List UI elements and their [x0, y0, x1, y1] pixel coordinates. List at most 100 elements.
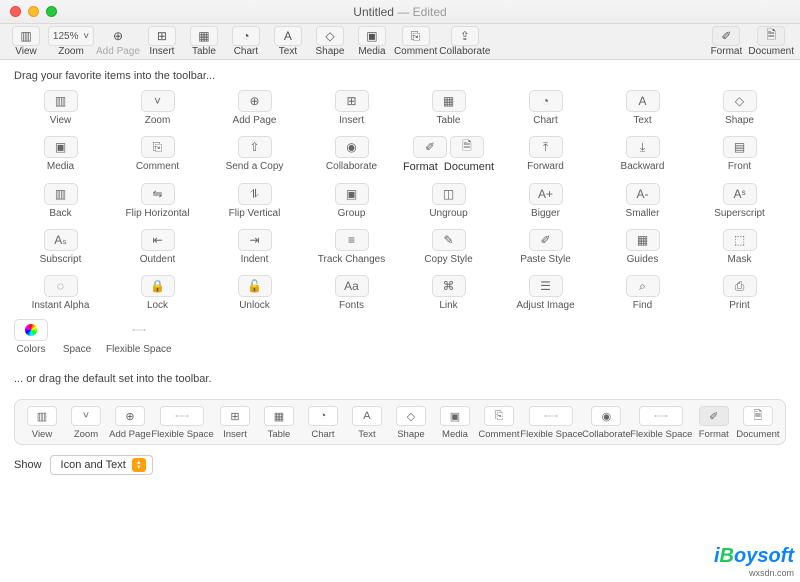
toolbar-table[interactable]: ▦ Table — [184, 24, 224, 59]
unlock-icon: 🔓 — [238, 275, 272, 297]
p-fonts[interactable]: AaFonts — [305, 275, 398, 311]
p-flip-v[interactable]: ⥮Flip Vertical — [208, 183, 301, 219]
p-instant-alpha[interactable]: ◌Instant Alpha — [14, 275, 107, 311]
d-add-page[interactable]: ⊕Add Page — [111, 406, 149, 440]
p-mask[interactable]: ⬚Mask — [693, 229, 786, 265]
p-space[interactable]: Space — [60, 319, 94, 355]
d-insert[interactable]: ⊞Insert — [216, 406, 254, 440]
subscript-icon: Aₛ — [44, 229, 78, 251]
format-icon: ✐ — [413, 136, 447, 158]
toolbar-format[interactable]: ✐ Format — [706, 24, 746, 59]
toolbar-chart[interactable]: ◔ Chart — [226, 24, 266, 59]
text-icon: A — [352, 406, 382, 426]
p-smaller[interactable]: A-Smaller — [596, 183, 689, 219]
toolbar-label: Collaborate — [439, 46, 490, 57]
d-zoom[interactable]: ˅Zoom — [67, 406, 105, 440]
p-guides[interactable]: ▦Guides — [596, 229, 689, 265]
p-bigger[interactable]: A+Bigger — [499, 183, 592, 219]
toolbar-label: Text — [279, 46, 297, 57]
toolbar-collaborate[interactable]: ⇪ Collaborate — [439, 24, 490, 59]
p-group[interactable]: ▣Group — [305, 183, 398, 219]
d-document[interactable]: 🗎Document — [739, 406, 777, 440]
p-indent[interactable]: ⇥Indent — [208, 229, 301, 265]
p-adjust-image[interactable]: ☰Adjust Image — [499, 275, 592, 311]
d-flexspace-3[interactable]: Flexible Space — [634, 406, 689, 440]
flexible-space-icon — [529, 406, 573, 426]
d-comment[interactable]: ⎘Comment — [480, 406, 518, 440]
toolbar-shape[interactable]: ◇ Shape — [310, 24, 350, 59]
d-table[interactable]: ▦Table — [260, 406, 298, 440]
p-back[interactable]: ▥Back — [14, 183, 107, 219]
p-zoom[interactable]: ˅Zoom — [111, 90, 204, 126]
guides-icon: ▦ — [626, 229, 660, 251]
p-add-page[interactable]: ⊕Add Page — [208, 90, 301, 126]
p-shape[interactable]: ◇Shape — [693, 90, 786, 126]
media-icon: ▣ — [358, 26, 386, 46]
p-flip-h[interactable]: ⇋Flip Horizontal — [111, 183, 204, 219]
d-flexspace-2[interactable]: Flexible Space — [524, 406, 579, 440]
p-format-document[interactable]: ✐ 🗎 Format Document — [402, 136, 495, 173]
d-chart[interactable]: ◔Chart — [304, 406, 342, 440]
indent-icon: ⇥ — [238, 229, 272, 251]
link-icon: ⌘ — [432, 275, 466, 297]
toolbar-zoom[interactable]: 125% ˅ Zoom — [48, 24, 94, 59]
p-text[interactable]: AText — [596, 90, 689, 126]
toolbar-add-page[interactable]: ⊕ Add Page — [96, 24, 140, 59]
p-find[interactable]: ⌕Find — [596, 275, 689, 311]
flexible-space-icon — [639, 406, 683, 426]
default-set[interactable]: ▥View ˅Zoom ⊕Add Page Flexible Space ⊞In… — [14, 399, 786, 445]
p-unlock[interactable]: 🔓Unlock — [208, 275, 301, 311]
d-shape[interactable]: ◇Shape — [392, 406, 430, 440]
p-insert[interactable]: ⊞Insert — [305, 90, 398, 126]
p-front[interactable]: ▤Front — [693, 136, 786, 173]
p-paste-style[interactable]: ✐Paste Style — [499, 229, 592, 265]
palette-row-extra: Colors Space Flexible Space — [14, 319, 786, 355]
p-flexible-space[interactable]: Flexible Space — [106, 319, 172, 355]
table-icon: ▦ — [190, 26, 218, 46]
p-backward[interactable]: ⤓Backward — [596, 136, 689, 173]
d-collaborate[interactable]: ◉Collaborate — [585, 406, 628, 440]
p-ungroup[interactable]: ◫Ungroup — [402, 183, 495, 219]
flexible-space-icon — [160, 406, 204, 426]
p-link[interactable]: ⌘Link — [402, 275, 495, 311]
toolbar-media[interactable]: ▣ Media — [352, 24, 392, 59]
d-flexspace-1[interactable]: Flexible Space — [155, 406, 210, 440]
p-copy-style[interactable]: ✎Copy Style — [402, 229, 495, 265]
smaller-icon: A- — [626, 183, 660, 205]
p-superscript[interactable]: AˢSuperscript — [693, 183, 786, 219]
p-table[interactable]: ▦Table — [402, 90, 495, 126]
p-track-changes[interactable]: ≡Track Changes — [305, 229, 398, 265]
toolbar-label: Comment — [394, 46, 437, 57]
d-view[interactable]: ▥View — [23, 406, 61, 440]
chevron-down-icon: ˅ — [71, 406, 101, 426]
d-format[interactable]: ✐Format — [695, 406, 733, 440]
paste-style-icon: ✐ — [529, 229, 563, 251]
p-forward[interactable]: ⤒Forward — [499, 136, 592, 173]
toolbar-label: Add Page — [96, 46, 140, 57]
outdent-icon: ⇤ — [141, 229, 175, 251]
p-outdent[interactable]: ⇤Outdent — [111, 229, 204, 265]
p-view[interactable]: ▥View — [14, 90, 107, 126]
chart-icon: ◔ — [232, 26, 260, 46]
p-collaborate[interactable]: ◉Collaborate — [305, 136, 398, 173]
colors-icon — [14, 319, 48, 341]
p-lock[interactable]: 🔒Lock — [111, 275, 204, 311]
copy-style-icon: ✎ — [432, 229, 466, 251]
back-icon: ▥ — [44, 183, 78, 205]
p-comment[interactable]: ⎘Comment — [111, 136, 204, 173]
p-media[interactable]: ▣Media — [14, 136, 107, 173]
p-send-copy[interactable]: ⇧Send a Copy — [208, 136, 301, 173]
d-media[interactable]: ▣Media — [436, 406, 474, 440]
toolbar-comment[interactable]: ⎘ Comment — [394, 24, 437, 59]
toolbar-document[interactable]: 🗎 Document — [748, 24, 794, 59]
toolbar-text[interactable]: A Text — [268, 24, 308, 59]
p-chart[interactable]: ◔Chart — [499, 90, 592, 126]
d-text[interactable]: AText — [348, 406, 386, 440]
p-print[interactable]: ⎙Print — [693, 275, 786, 311]
p-colors[interactable]: Colors — [14, 319, 48, 355]
palette-grid: ▥View ˅Zoom ⊕Add Page ⊞Insert ▦Table ◔Ch… — [14, 90, 786, 311]
toolbar-view[interactable]: ▥ View — [6, 24, 46, 59]
show-mode-select[interactable]: Icon and Text ▴▾ — [50, 455, 153, 475]
p-subscript[interactable]: AₛSubscript — [14, 229, 107, 265]
toolbar-insert[interactable]: ⊞ Insert — [142, 24, 182, 59]
